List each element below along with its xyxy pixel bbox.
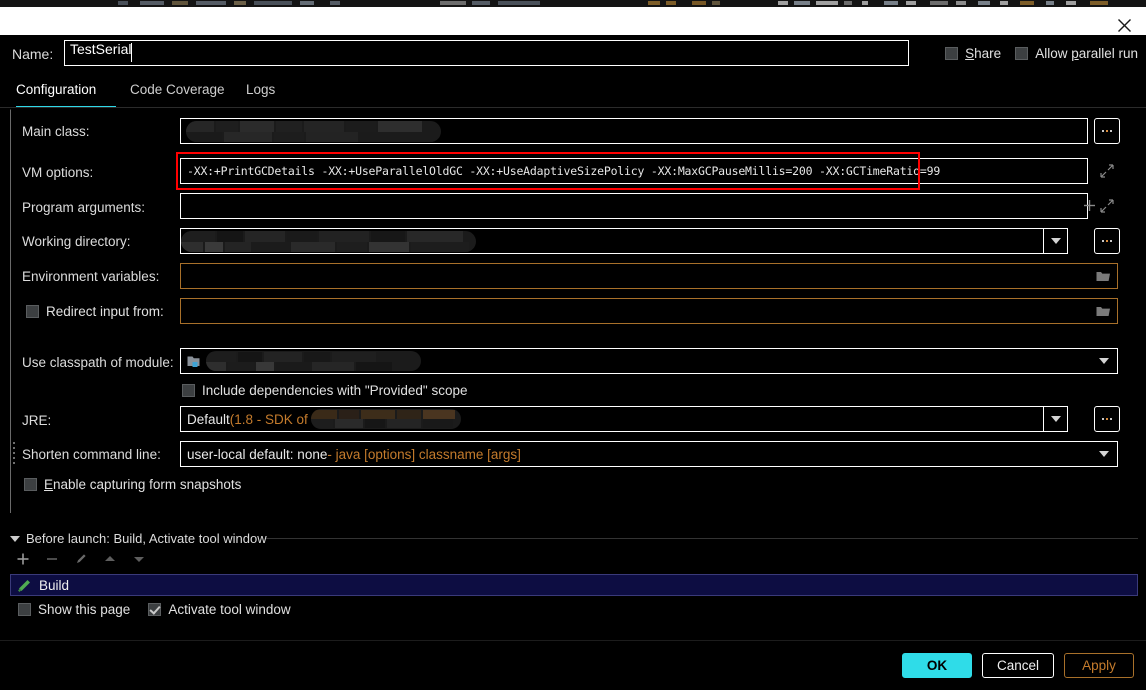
plus-icon[interactable] (1083, 199, 1096, 215)
working-directory-browse-button[interactable] (1094, 228, 1120, 254)
share-label: Share (965, 46, 1002, 61)
build-hammer-icon (16, 578, 32, 593)
vm-options-value: -XX:+PrintGCDetails -XX:+UseParallelOldG… (187, 164, 941, 178)
classpath-module-label: Use classpath of module: (22, 355, 174, 370)
tab-logs[interactable]: Logs (246, 82, 275, 108)
allow-parallel-run-label: Allow parallel run (1035, 46, 1138, 61)
redacted-content (311, 409, 462, 429)
chevron-down-icon (1051, 416, 1061, 422)
jre-dropdown-button[interactable] (1043, 406, 1068, 432)
show-this-page-label: Show this page (38, 602, 131, 617)
ok-button[interactable]: OK (901, 653, 972, 678)
program-arguments-input[interactable] (180, 193, 1088, 219)
before-launch-divider (266, 538, 1138, 539)
before-launch-header: Before launch: Build, Activate tool wind… (10, 531, 267, 546)
folder-icon[interactable] (1096, 270, 1111, 285)
collapse-triangle-icon[interactable] (10, 535, 20, 542)
vm-options-input[interactable]: -XX:+PrintGCDetails -XX:+UseParallelOldG… (180, 158, 1088, 184)
text-caret (131, 43, 132, 62)
before-launch-options: Show this page Activate tool window (18, 602, 291, 617)
redacted-content (206, 351, 421, 371)
tab-separator (0, 107, 1146, 108)
dialog-title-bar (0, 7, 1146, 35)
name-label: Name: (12, 46, 54, 62)
expand-icon[interactable] (1100, 164, 1114, 181)
jre-value: Default (187, 411, 230, 427)
chevron-down-icon[interactable] (1099, 358, 1109, 364)
ellipsis-icon (1102, 130, 1112, 132)
show-this-page-checkbox[interactable]: Show this page (18, 602, 130, 617)
chevron-down-icon (1051, 238, 1061, 244)
checkbox-box (945, 47, 959, 60)
move-task-up-button[interactable] (103, 552, 117, 566)
ellipsis-icon (1102, 240, 1112, 242)
tab-code-coverage[interactable]: Code Coverage (130, 82, 225, 108)
share-checkbox[interactable]: Share (945, 46, 1001, 61)
redacted-content (186, 121, 441, 142)
before-launch-toolbar (16, 552, 146, 566)
working-directory-label: Working directory: (22, 234, 131, 249)
shorten-command-line-hint: - java [options] classname [args] (327, 446, 521, 462)
checkbox-box (18, 603, 31, 616)
program-arguments-label: Program arguments: (22, 200, 146, 215)
jre-combo[interactable]: Default (1.8 - SDK of ' (180, 406, 1068, 432)
shorten-command-line-label: Shorten command line: (22, 447, 161, 462)
environment-variables-input[interactable] (180, 263, 1118, 289)
ellipsis-icon (1102, 418, 1112, 420)
environment-variables-label: Environment variables: (22, 269, 160, 284)
main-class-label: Main class: (22, 124, 90, 139)
panel-drag-handle[interactable] (12, 442, 17, 468)
edit-task-button[interactable] (74, 552, 88, 566)
vm-options-label: VM options: (22, 165, 94, 180)
dialog-button-bar: OK Cancel Apply (901, 653, 1134, 678)
shorten-command-line-value: user-local default: none (187, 446, 328, 462)
checkbox-box (24, 478, 37, 491)
allow-parallel-run-checkbox[interactable]: Allow parallel run (1015, 46, 1138, 61)
run-debug-configurations-dialog: Name: TestSerial Share Allow parallel ru… (0, 0, 1146, 690)
main-class-input[interactable] (180, 118, 1088, 144)
classpath-module-combo[interactable] (180, 348, 1118, 374)
expand-icon[interactable] (1100, 199, 1114, 216)
redirect-input-field[interactable] (180, 298, 1118, 324)
jre-label: JRE: (22, 413, 52, 428)
name-input[interactable]: TestSerial (64, 40, 909, 66)
background-app-sliver (0, 0, 1146, 7)
cancel-button[interactable]: Cancel (981, 653, 1054, 678)
build-task-label: Build (39, 577, 70, 593)
working-directory-dropdown-button[interactable] (1043, 228, 1068, 254)
redirect-input-checkbox[interactable]: Redirect input from: (26, 304, 164, 319)
include-provided-scope-label: Include dependencies with "Provided" sco… (202, 383, 468, 398)
enable-form-snapshots-checkbox[interactable]: Enable capturing form snapshots (24, 477, 241, 492)
shorten-command-line-combo[interactable]: user-local default: none - java [options… (180, 441, 1118, 467)
checkbox-box (1015, 47, 1029, 60)
close-icon[interactable] (1110, 14, 1138, 36)
enable-form-snapshots-label: Enable capturing form snapshots (44, 477, 242, 492)
apply-button[interactable]: Apply (1064, 653, 1134, 678)
jre-browse-button[interactable] (1094, 406, 1120, 432)
before-launch-title: Before launch: Build, Activate tool wind… (26, 531, 267, 546)
checkbox-box (26, 305, 39, 318)
header-options: Share Allow parallel run (945, 46, 1138, 61)
jre-value-hint: (1.8 - SDK of ' (229, 411, 315, 427)
name-input-value: TestSerial (70, 41, 132, 57)
remove-task-button[interactable] (45, 552, 59, 566)
chevron-down-icon[interactable] (1099, 451, 1109, 457)
tab-bar: Configuration Code Coverage Logs (0, 82, 1146, 108)
redirect-input-label: Redirect input from: (46, 304, 164, 319)
checkbox-box (148, 603, 162, 616)
folder-icon[interactable] (1096, 305, 1111, 320)
module-icon (187, 354, 202, 368)
activate-tool-window-label: Activate tool window (168, 602, 291, 617)
activate-tool-window-checkbox[interactable]: Activate tool window (148, 602, 291, 617)
move-task-down-button[interactable] (132, 552, 146, 566)
working-directory-input[interactable] (180, 228, 1068, 254)
footer-divider (0, 640, 1146, 641)
main-class-browse-button[interactable] (1094, 118, 1120, 144)
checkbox-box (182, 384, 195, 397)
before-launch-task-row[interactable]: Build (10, 574, 1138, 596)
add-task-button[interactable] (16, 552, 30, 566)
redacted-content (181, 231, 476, 252)
include-provided-scope-checkbox[interactable]: Include dependencies with "Provided" sco… (182, 383, 468, 398)
tab-configuration[interactable]: Configuration (16, 82, 96, 108)
